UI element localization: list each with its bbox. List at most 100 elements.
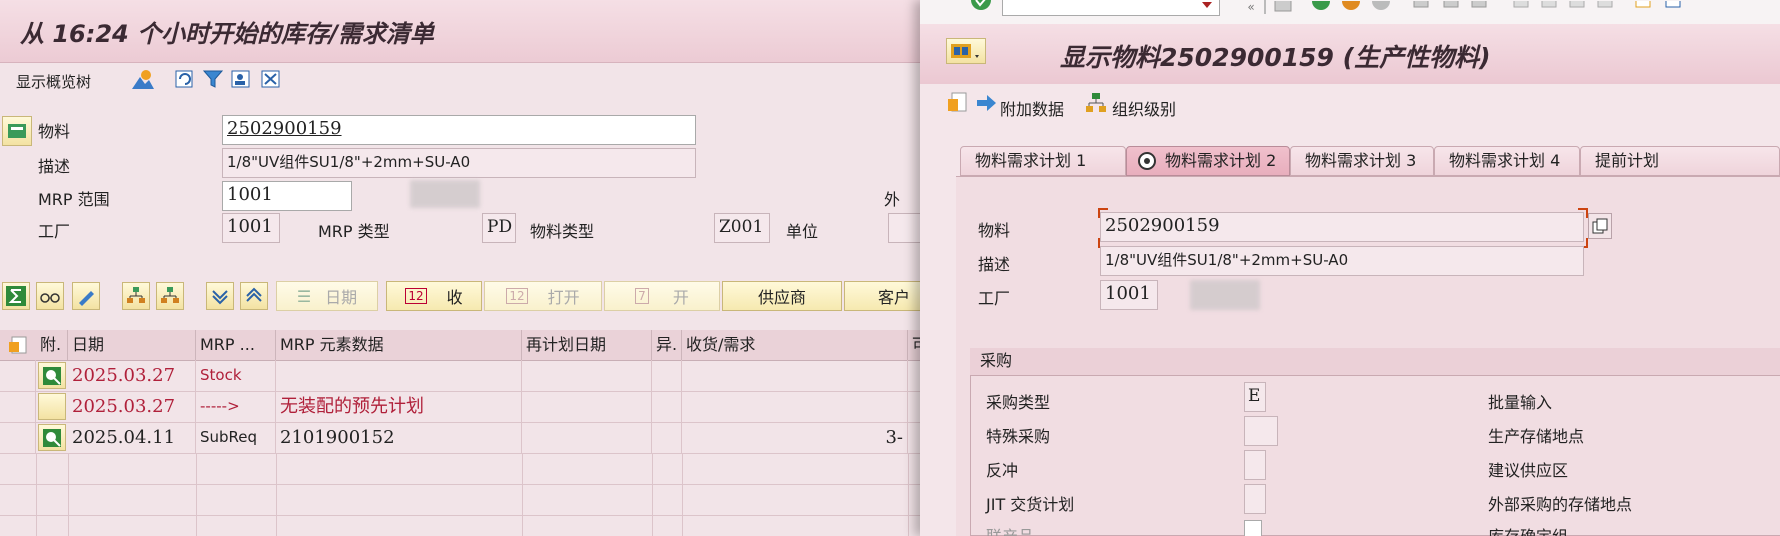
command-field[interactable]	[1002, 0, 1220, 16]
find-next-icon[interactable]	[1468, 0, 1490, 14]
collapse-tree-icon[interactable]	[156, 282, 184, 310]
description-field: 1/8"UV组件SU1/8"+2mm+SU-A0	[1100, 246, 1584, 276]
mrp-area-field[interactable]: 1001	[222, 181, 352, 211]
tab-forecast[interactable]: 提前计划	[1580, 146, 1780, 176]
stock-determination-group-label: 库存确定组	[1488, 523, 1568, 536]
row-reschedule	[522, 391, 652, 422]
row-mrp: SubReq	[196, 422, 276, 453]
print-icon[interactable]	[1410, 0, 1432, 14]
row-data: 无装配的预先计划	[276, 391, 522, 422]
table-row[interactable]: 2025.03.27 -----> 无装配的预先计划	[0, 391, 920, 423]
customer-button[interactable]: 客户	[844, 281, 920, 311]
open-button[interactable]: 12 打开	[484, 281, 602, 311]
save-icon[interactable]	[1272, 0, 1294, 14]
production-storage-location-label: 生产存储地点	[1488, 427, 1585, 446]
back-icon[interactable]	[1310, 0, 1332, 14]
open2-button[interactable]: 7开	[604, 281, 720, 311]
person-filter-icon[interactable]	[228, 66, 254, 92]
enter-check-icon[interactable]	[970, 0, 992, 12]
sort-up-icon[interactable]	[240, 282, 268, 310]
col-available[interactable]: 可	[908, 330, 920, 360]
tab-mrp-1[interactable]: 物料需求计划 1	[960, 146, 1126, 176]
sum-icon[interactable]	[2, 282, 30, 310]
material-field[interactable]: 2502900159	[1100, 212, 1584, 242]
row-date: 2025.03.27	[68, 360, 196, 391]
additional-data-button[interactable]: 附加数据	[1000, 96, 1064, 120]
first-page-icon[interactable]	[1510, 0, 1532, 14]
layout-icon[interactable]	[2, 331, 34, 359]
empty-detail-button[interactable]	[38, 393, 66, 420]
col-date[interactable]: 日期	[68, 330, 196, 360]
expand-tree-icon[interactable]	[122, 282, 150, 310]
col-reschedule-date[interactable]: 再计划日期	[522, 330, 652, 360]
col-mrp[interactable]: MRP ...	[196, 330, 276, 360]
menu-icon[interactable]	[946, 38, 986, 64]
detail-magnifier-icon[interactable]	[38, 362, 66, 389]
pencil-icon[interactable]	[72, 282, 100, 310]
detail-magnifier-icon[interactable]	[38, 424, 66, 451]
unit-field	[888, 213, 920, 243]
material-display-window: « 显示物料2502900159 (生产性物料) 附加数据 组织级别 物料需求计…	[920, 0, 1780, 536]
plant-label: 工厂	[38, 222, 71, 241]
org-levels-button[interactable]: 组织级别	[1112, 96, 1176, 120]
history-back-icon[interactable]: «	[1240, 0, 1262, 14]
date-grid-icon: ☰	[296, 286, 312, 306]
row-qty: 3-	[682, 422, 908, 453]
copy-icon[interactable]	[1588, 213, 1612, 239]
co-product-checkbox[interactable]	[1244, 520, 1262, 536]
mountain-icon[interactable]	[130, 66, 156, 92]
col-mrp-element-data[interactable]: MRP 元素数据	[276, 330, 522, 360]
vendor-button[interactable]: 供应商	[722, 281, 842, 311]
bulk-material-label: 批量输入	[1488, 393, 1553, 412]
show-overview-tree-button[interactable]: 显示概览树	[16, 71, 91, 92]
row-mrp: ----->	[196, 391, 276, 422]
tab-mrp-2[interactable]: 物料需求计划 2	[1126, 146, 1290, 176]
filter-icon[interactable]	[200, 66, 226, 92]
last-page-icon[interactable]	[1594, 0, 1616, 14]
grid-header: 附. 日期 MRP ... MRP 元素数据 再计划日期 异. 收货/需求 可	[0, 330, 920, 361]
receipts-button[interactable]: 12 收	[386, 281, 482, 311]
description-label: 描述	[38, 157, 71, 176]
plant-field: 1001	[222, 213, 280, 243]
find-icon[interactable]	[1440, 0, 1462, 14]
col-attachment[interactable]: 附.	[36, 330, 68, 360]
proposed-supply-area-label: 建议供应区	[1488, 461, 1569, 480]
glasses-icon[interactable]	[36, 282, 64, 310]
refresh-icon[interactable]	[172, 66, 198, 92]
mrp-area-label: MRP 范围	[38, 190, 110, 209]
row-mrp: Stock	[196, 360, 276, 391]
col-receipt-requirement[interactable]: 收货/需求	[682, 330, 908, 360]
table-row[interactable]	[0, 484, 920, 516]
previous-page-icon[interactable]	[1538, 0, 1560, 14]
material-type-field: Z001	[714, 213, 770, 243]
change-document-icon[interactable]	[944, 90, 970, 116]
tab-mrp-4[interactable]: 物料需求计划 4	[1434, 146, 1580, 176]
cancel-icon[interactable]	[1370, 0, 1392, 14]
shortcut-icon[interactable]	[1662, 0, 1684, 14]
description-label: 描述	[978, 255, 1011, 274]
focus-corner	[1098, 208, 1108, 218]
material-header-toggle-icon[interactable]	[2, 116, 32, 146]
exit-icon[interactable]	[1340, 0, 1362, 14]
row-selector[interactable]	[0, 391, 36, 422]
date-button[interactable]: ☰ 日期	[276, 281, 378, 311]
next-page-icon[interactable]	[1566, 0, 1588, 14]
row-selector[interactable]	[0, 360, 36, 391]
external-storage-location-label: 外部采购的存储地点	[1488, 495, 1633, 514]
mrp-type-label: MRP 类型	[318, 222, 390, 241]
calendar-icon: 12	[506, 288, 528, 304]
table-row[interactable]	[0, 515, 920, 536]
row-selector[interactable]	[0, 422, 36, 453]
command-dropdown-icon[interactable]	[1200, 0, 1214, 10]
col-exception[interactable]: 异.	[652, 330, 682, 360]
table-row[interactable]	[0, 453, 920, 485]
delete-filter-icon[interactable]	[258, 66, 284, 92]
new-session-icon[interactable]	[1632, 0, 1654, 14]
row-reschedule	[522, 360, 652, 391]
tab-mrp-3[interactable]: 物料需求计划 3	[1290, 146, 1434, 176]
sort-down-icon[interactable]	[206, 282, 234, 310]
table-row[interactable]: 2025.04.11 SubReq 2101900152 3-	[0, 422, 920, 454]
material-field[interactable]: 2502900159	[222, 115, 696, 145]
system-toolbar: «	[920, 0, 1780, 25]
table-row[interactable]: 2025.03.27 Stock	[0, 360, 920, 392]
